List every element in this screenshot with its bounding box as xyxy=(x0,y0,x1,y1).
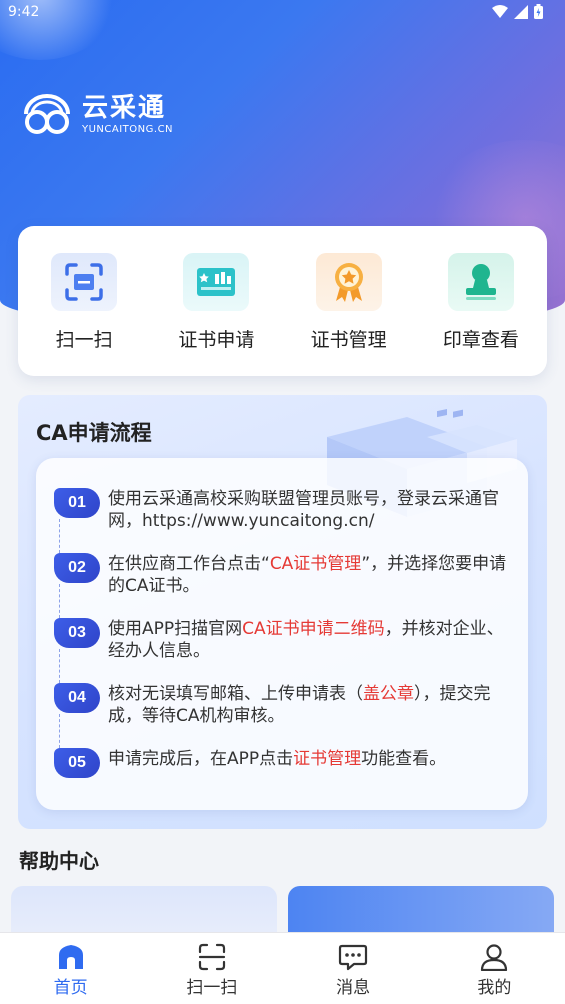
step-connector xyxy=(59,649,60,683)
step-number-badge: 05 xyxy=(54,748,100,778)
message-icon xyxy=(339,944,368,971)
home-icon xyxy=(58,945,83,969)
quick-actions-card: 扫一扫 证书申请 证书管理 印章查看 xyxy=(18,226,547,376)
step-text: 在供应商工作台点击“CA证书管理”，并选择您要申请的CA证书。 xyxy=(108,554,507,596)
scan-icon xyxy=(198,943,225,971)
step-text: 使用APP扫描官网CA证书申请二维码，并核对企业、经办人信息。 xyxy=(108,619,504,661)
quick-action-label: 证书申请 xyxy=(178,329,255,351)
nav-item-scan[interactable]: 扫一扫 xyxy=(141,933,282,1004)
ca-steps-panel: 01 使用云采通高校采购联盟管理员账号，登录云采通官网，https://www.… xyxy=(36,458,528,810)
ca-process-card: CA申请流程 01 使用云采通高校采购联盟管理员账号，登录云采通官网，https… xyxy=(18,395,547,829)
nav-label: 扫一扫 xyxy=(186,978,238,998)
help-center-title: 帮助中心 xyxy=(19,849,99,873)
quick-action-label: 印章查看 xyxy=(442,329,519,351)
step-text: 核对无误填写邮箱、上传申请表（盖公章），提交完成，等待CA机构审核。 xyxy=(108,684,491,726)
step-text: 使用云采通高校采购联盟管理员账号，登录云采通官网，https://www.yun… xyxy=(108,489,499,531)
step-highlight: 盖公章 xyxy=(363,684,414,704)
step-number-badge: 03 xyxy=(54,618,100,648)
nav-label: 我的 xyxy=(477,978,512,998)
step-text: 申请完成后，在APP点击证书管理功能查看。 xyxy=(108,749,447,769)
quick-action-label: 证书管理 xyxy=(310,329,387,351)
step-connector xyxy=(59,519,60,553)
cloud-logo-icon xyxy=(24,94,70,134)
battery-icon xyxy=(534,4,543,19)
nav-label: 首页 xyxy=(53,978,88,998)
step-highlight: 证书管理 xyxy=(293,749,362,769)
step-connector xyxy=(59,714,60,748)
quick-action-seal-view[interactable]: 印章查看 xyxy=(426,253,536,352)
wifi-icon xyxy=(492,4,508,18)
signal-icon xyxy=(514,4,528,19)
status-bar: 9:42 xyxy=(0,0,565,26)
quick-action-certificate-apply[interactable]: 证书申请 xyxy=(161,253,271,352)
step-highlight: CA证书申请二维码 xyxy=(242,619,385,639)
brand-domain: YUNCAITONG.CN xyxy=(82,123,174,135)
nav-item-home[interactable]: 首页 xyxy=(0,933,141,1004)
ca-process-title: CA申请流程 xyxy=(36,421,152,445)
step-connector xyxy=(59,584,60,618)
bottom-navigation: 首页 扫一扫 消息 我的 xyxy=(0,932,565,1004)
quick-action-certificate-manage[interactable]: 证书管理 xyxy=(294,253,404,352)
step-number-badge: 04 xyxy=(54,683,100,713)
seal-view-icon xyxy=(465,264,496,300)
scan-icon xyxy=(65,263,103,301)
nav-label: 消息 xyxy=(336,978,371,998)
profile-icon xyxy=(481,944,508,971)
brand-name: 云采通 xyxy=(82,92,167,123)
brand-logo: 云采通 YUNCAITONG.CN xyxy=(18,92,173,136)
quick-action-label: 扫一扫 xyxy=(55,329,113,351)
step-number-badge: 01 xyxy=(54,488,100,518)
step-highlight: CA证书管理 xyxy=(269,554,362,574)
status-time: 9:42 xyxy=(8,4,40,20)
certificate-apply-icon xyxy=(197,268,236,296)
nav-item-profile[interactable]: 我的 xyxy=(424,933,565,1004)
nav-item-messages[interactable]: 消息 xyxy=(283,933,424,1004)
certificate-manage-icon xyxy=(334,263,363,302)
step-number-badge: 02 xyxy=(54,553,100,583)
quick-action-scan[interactable]: 扫一扫 xyxy=(29,253,139,352)
